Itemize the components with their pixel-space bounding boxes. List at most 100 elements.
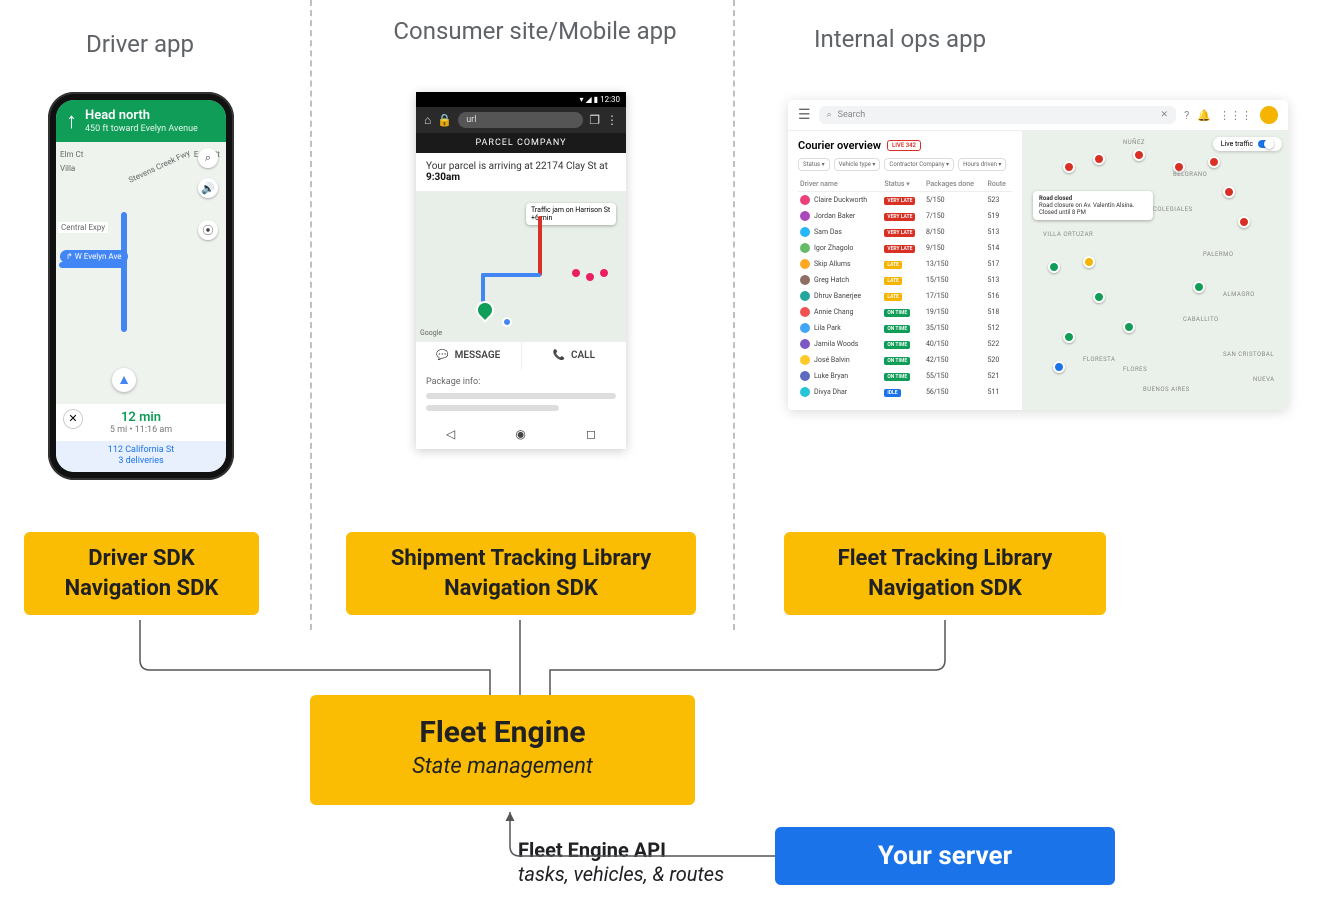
arrival-message: Your parcel is arriving at 22174 Clay St… [416,153,626,191]
placeholder-bar [426,393,616,399]
nav-toward: toward Evelyn Avenue [111,124,198,134]
destination-bar: 112 California St 3 deliveries [56,441,226,472]
compass-icon: ⦿ [198,220,218,240]
table-row: José BalvinON TIME42/150520 [798,352,1012,368]
driver-screen: ↑ Head north 450 ft toward Evelyn Avenue… [56,100,226,472]
courier-table: Driver nameStatus ▾Packages doneRoute Cl… [798,177,1012,400]
ops-map: Live traffic Road closed Road closure on… [1023,131,1288,410]
call-button: 📞CALL [522,342,627,369]
map-label-central: Central Expy [58,222,108,233]
placeholder-bar [426,405,559,411]
nav-cursor-icon: ▲ [112,368,136,392]
sdk-box-driver: Driver SDK Navigation SDK [24,532,259,615]
table-row: Annie ChangON TIME19/150518 [798,304,1012,320]
table-row: Dhruv BanerjeeLATE17/150516 [798,288,1012,304]
map-label: BUENOS AIRES [1143,386,1190,393]
back-icon: ◁ [446,427,455,441]
android-nav: ◁ ◉ ◻ [416,419,626,449]
home-icon: ◉ [515,427,525,441]
column-header-driver: Driver app [0,30,290,58]
bell-icon: 🔔 [1197,109,1211,122]
route-segment [121,212,127,332]
topbar-icons: ? 🔔 ⋮⋮⋮ [1184,109,1252,122]
marker [1083,256,1095,268]
column-header: Route [985,177,1012,192]
dest-count: 3 deliveries [56,456,226,468]
stop-dot [600,269,608,277]
filter-chip: Status ▾ [798,158,830,171]
status-bar: ▾ ◢ ▮ 12:30 [416,92,626,107]
avatar [1260,106,1278,124]
table-row: Skip AllumsLATE13/150517 [798,256,1012,272]
eta-detail: 5 mi • 11:16 am [56,425,226,435]
consumer-map: Traffic jam on Harrison St +6 min Google [416,191,626,341]
traffic-segment [538,216,542,276]
fleet-engine-box: Fleet Engine State management [310,695,695,805]
filter-chip: Vehicle type ▾ [834,158,881,171]
sdk-box-consumer: Shipment Tracking Library Navigation SDK [346,532,696,615]
nav-arrow-icon: ↑ [66,108,77,134]
column-header-ops: Internal ops app [750,25,1050,53]
map-label: SAN CRISTOBAL [1223,351,1274,358]
marker [1238,216,1250,228]
map-label-villa: Villa [60,164,75,173]
divider-2 [733,0,735,630]
table-row: Lila ParkON TIME35/150512 [798,320,1012,336]
map-label: NUÑEZ [1123,139,1145,146]
driver-map: Elm Ct Villa Stevens Creek Fwy Easy St C… [56,142,226,403]
api-label-line2: tasks, vehicles, & routes [518,862,724,886]
phone-icon: 📞 [553,350,565,361]
arrival-msg-text: Your parcel is arriving at 22174 Clay St… [426,161,608,172]
divider-1 [310,0,312,630]
driver-phone: ↑ Head north 450 ft toward Evelyn Avenue… [48,92,234,480]
search-field: ⌕ Search ✕ [819,106,1177,124]
marker [1093,291,1105,303]
close-icon: ✕ [64,410,82,428]
api-label-line1: Fleet Engine API [518,838,724,862]
marker [1133,149,1145,161]
map-label-elm: Elm Ct [60,150,83,159]
ops-dashboard: ☰ ⌕ Search ✕ ? 🔔 ⋮⋮⋮ Courier overview LI… [788,100,1288,410]
apps-icon: ⋮⋮⋮ [1219,109,1252,122]
route-chip: ↱ W Evelyn Ave [60,250,128,263]
message-icon: 💬 [436,350,448,361]
sdk-consumer-line1: Shipment Tracking Library [366,544,676,574]
message-button: 💬MESSAGE [416,342,522,369]
table-row: Jordan BakerVERY LATE7/150519 [798,208,1012,224]
panel-title: Courier overview LIVE 342 [798,139,1012,152]
map-label: NUEVA [1253,376,1275,383]
marker [1093,153,1105,165]
google-logo: Google [420,329,442,337]
server-box: Your server [775,827,1115,885]
architecture-diagram: Driver app Consumer site/Mobile app Inte… [0,0,1318,920]
route-segment [481,273,541,277]
nav-distance: 450 ft [85,124,108,134]
ops-topbar: ☰ ⌕ Search ✕ ? 🔔 ⋮⋮⋮ [788,100,1288,131]
map-label: PALERMO [1203,251,1234,258]
sdk-driver-line1: Driver SDK [44,544,239,574]
home-icon: ⌂ [424,113,431,127]
filter-row: Status ▾ Vehicle type ▾Contractor Company… [798,158,1012,171]
arrival-msg-time: 9:30am [426,172,460,183]
sdk-consumer-line2: Navigation SDK [366,574,676,604]
ops-body: Courier overview LIVE 342 Status ▾ Vehicl… [788,131,1288,410]
table-row: Jamila WoodsON TIME40/150522 [798,336,1012,352]
map-label: BELGRANO [1173,171,1207,178]
action-bar: 💬MESSAGE 📞CALL [416,341,626,369]
map-label: VILLA ORTUZAR [1043,231,1093,238]
destination-pin-icon [472,297,497,322]
stop-dot [572,269,580,277]
toggle-icon [1258,140,1274,148]
eta-bar: ✕ 12 min 5 mi • 11:16 am [56,404,226,441]
sdk-ops-line1: Fleet Tracking Library [804,544,1086,574]
table-row: Luke BryanON TIME55/150521 [798,368,1012,384]
table-row: Igor ZhagoloVERY LATE9/150514 [798,240,1012,256]
table-row: Greg HatchLATE15/150513 [798,272,1012,288]
map-label: COLEGIALES [1153,206,1193,213]
dest-address: 112 California St [56,445,226,457]
filter-chip: Contractor Company ▾ [884,158,954,171]
browser-url-bar: ⌂ 🔒 url ❐ ⋮ [416,107,626,133]
nav-banner: ↑ Head north 450 ft toward Evelyn Avenue [56,100,226,142]
marker [1123,321,1135,333]
route-segment [59,262,124,268]
